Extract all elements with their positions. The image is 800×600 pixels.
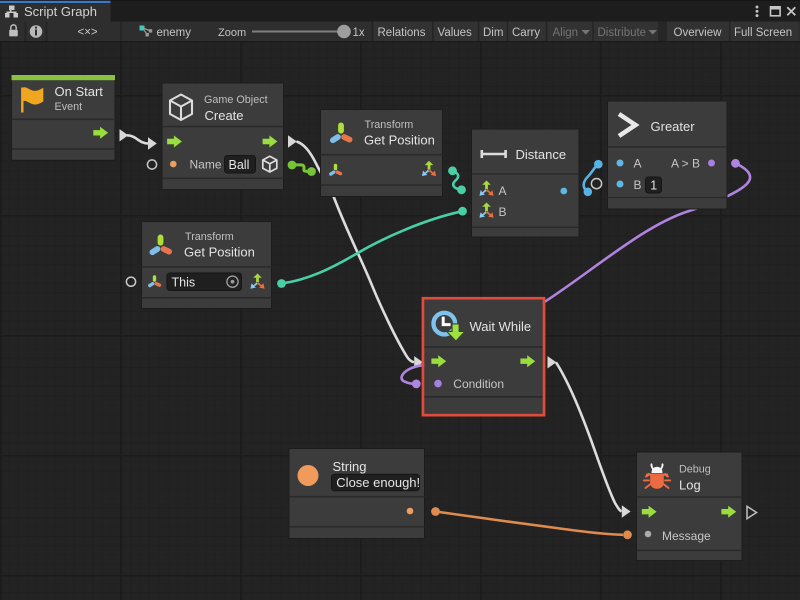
svg-text:Get Position: Get Position bbox=[364, 133, 435, 148]
svg-text:1: 1 bbox=[650, 178, 657, 192]
svg-text:1x: 1x bbox=[353, 27, 365, 39]
svg-text:Full Screen: Full Screen bbox=[734, 27, 792, 39]
svg-text:Debug: Debug bbox=[679, 463, 711, 475]
svg-text:On Start: On Start bbox=[55, 84, 104, 99]
svg-text:A: A bbox=[634, 157, 642, 171]
svg-text:Game Object: Game Object bbox=[204, 94, 268, 106]
svg-text:Wait While: Wait While bbox=[470, 319, 532, 334]
svg-text:Carry: Carry bbox=[512, 27, 540, 39]
svg-text:Message: Message bbox=[662, 529, 711, 543]
svg-text:Transform: Transform bbox=[365, 119, 414, 131]
svg-text:Transform: Transform bbox=[185, 231, 234, 243]
svg-text:B: B bbox=[634, 178, 642, 192]
svg-text:Event: Event bbox=[55, 101, 83, 113]
svg-text:This: This bbox=[172, 275, 196, 289]
svg-text:String: String bbox=[333, 459, 367, 474]
svg-text:Zoom: Zoom bbox=[218, 27, 246, 39]
svg-text:Values: Values bbox=[438, 27, 473, 39]
svg-text:Distance: Distance bbox=[516, 147, 567, 162]
svg-text:Close enough!: Close enough! bbox=[336, 475, 420, 490]
svg-text:Log: Log bbox=[679, 478, 701, 493]
svg-text:enemy: enemy bbox=[157, 27, 192, 39]
svg-text:Get Position: Get Position bbox=[184, 245, 255, 260]
svg-text:Dim: Dim bbox=[483, 27, 503, 39]
svg-text:Create: Create bbox=[205, 108, 244, 123]
svg-text:<×>: <×> bbox=[78, 27, 98, 39]
svg-text:Align: Align bbox=[553, 27, 579, 39]
svg-text:Overview: Overview bbox=[674, 27, 723, 39]
svg-text:Script Graph: Script Graph bbox=[24, 4, 97, 19]
svg-text:Greater: Greater bbox=[651, 119, 696, 134]
svg-text:Distribute: Distribute bbox=[598, 27, 647, 39]
svg-text:Condition: Condition bbox=[453, 377, 504, 391]
svg-text:Name: Name bbox=[190, 158, 222, 172]
svg-text:B: B bbox=[499, 205, 507, 219]
svg-text:Ball: Ball bbox=[229, 158, 250, 172]
svg-text:A > B: A > B bbox=[671, 157, 700, 171]
svg-text:A: A bbox=[499, 184, 507, 198]
svg-text:Relations: Relations bbox=[378, 27, 426, 39]
